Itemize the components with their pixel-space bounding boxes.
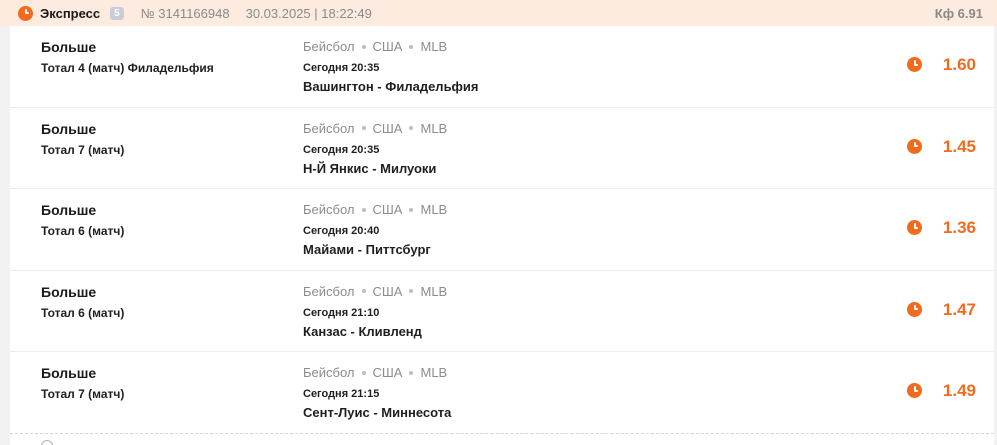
event-teams[interactable]: Вашингтон - Филадельфия: [303, 79, 479, 94]
bet-odd: 1.47: [942, 299, 976, 319]
separator-dot: [409, 289, 414, 293]
event-teams[interactable]: Майами - Питтсбург: [303, 242, 431, 257]
clock-icon: [907, 220, 922, 235]
bet-market: Больше: [41, 39, 97, 55]
ticket-datetime: 30.03.2025 | 18:22:49: [245, 5, 372, 21]
bet-selection: Тотал 7 (матч): [41, 142, 125, 157]
clock-icon: [907, 383, 922, 398]
separator-dot: [361, 126, 366, 130]
separator-dot: [361, 289, 366, 293]
separator-dot: [409, 207, 414, 212]
league-name: MLB: [420, 39, 448, 54]
event-teams[interactable]: Сент-Луис - Миннесота: [303, 405, 451, 420]
bet-odd: 1.45: [942, 136, 976, 156]
separator-dot: [361, 370, 366, 375]
bet-row[interactable]: Больше Тотал 7 (матч) Бейсбол США MLB Се…: [10, 352, 994, 434]
bet-market: Больше: [41, 202, 97, 218]
event-breadcrumb: Бейсбол США MLB: [303, 39, 447, 54]
league-name: MLB: [420, 283, 448, 299]
event-teams[interactable]: Канзас - Кливленд: [303, 324, 422, 339]
clock-icon: [18, 5, 33, 21]
bet-row[interactable]: Больше Тотал 6 (матч) Бейсбол США MLB Се…: [10, 270, 994, 352]
info-icon: [41, 440, 53, 445]
event-time: Сегодня 20:35: [303, 143, 380, 156]
bet-selection: Тотал 4 (матч) Филадельфия: [41, 61, 214, 75]
bet-odd: 1.36: [942, 218, 976, 237]
separator-dot: [361, 44, 366, 49]
separator-dot: [409, 370, 414, 375]
country-name: США: [372, 365, 403, 380]
event-breadcrumb: Бейсбол США MLB: [303, 365, 447, 380]
total-coefficient: Кф 6.91: [934, 5, 983, 21]
sport-name: Бейсбол: [303, 39, 355, 54]
sport-name: Бейсбол: [303, 283, 355, 299]
country-name: США: [372, 202, 403, 217]
bet-selection: Тотал 6 (матч): [41, 224, 125, 238]
event-time: Сегодня 20:35: [303, 62, 380, 74]
bet-market: Больше: [41, 120, 97, 137]
bet-header[interactable]: Экспресс 5 № 3141166948 30.03.2025 | 18:…: [0, 0, 997, 26]
bet-odd: 1.49: [942, 381, 976, 400]
bet-slip: Экспресс 5 № 3141166948 30.03.2025 | 18:…: [0, 0, 997, 445]
clock-icon: [907, 57, 922, 72]
bet-list: Больше Тотал 4 (матч) Филадельфия Бейсбо…: [10, 26, 994, 434]
bet-selection: Тотал 7 (матч): [41, 387, 125, 401]
league-name: MLB: [420, 202, 448, 217]
bet-odd: 1.60: [942, 55, 976, 74]
event-time: Сегодня 20:40: [303, 225, 380, 237]
bet-row[interactable]: Больше Тотал 7 (матч) Бейсбол США MLB Се…: [10, 107, 994, 189]
sport-name: Бейсбол: [303, 120, 355, 136]
ticket-number: № 3141166948: [140, 5, 230, 21]
clock-icon: [907, 138, 922, 154]
event-teams[interactable]: Н-Й Янкис - Милуоки: [303, 161, 436, 176]
country-name: США: [372, 120, 403, 136]
separator-dot: [409, 44, 414, 49]
league-name: MLB: [420, 120, 448, 136]
bet-market: Больше: [41, 283, 97, 300]
event-breadcrumb: Бейсбол США MLB: [303, 121, 447, 136]
selection-count-badge: 5: [110, 6, 124, 20]
bet-market: Больше: [41, 365, 97, 381]
clock-icon: [907, 301, 922, 317]
bet-selection: Тотал 6 (матч): [41, 305, 125, 320]
event-breadcrumb: Бейсбол США MLB: [303, 202, 447, 217]
country-name: США: [372, 283, 403, 299]
bet-footer: [10, 433, 994, 445]
bet-row[interactable]: Больше Тотал 6 (матч) Бейсбол США MLB Се…: [10, 189, 994, 271]
event-time: Сегодня 21:10: [303, 306, 380, 319]
bet-type-title: Экспресс: [40, 5, 101, 21]
sport-name: Бейсбол: [303, 202, 355, 217]
separator-dot: [409, 126, 414, 130]
bet-row[interactable]: Больше Тотал 4 (матч) Филадельфия Бейсбо…: [10, 26, 994, 108]
event-breadcrumb: Бейсбол США MLB: [303, 284, 447, 299]
separator-dot: [361, 207, 366, 212]
league-name: MLB: [420, 365, 448, 380]
event-time: Сегодня 21:15: [303, 388, 380, 400]
country-name: США: [372, 39, 403, 54]
sport-name: Бейсбол: [303, 365, 355, 380]
